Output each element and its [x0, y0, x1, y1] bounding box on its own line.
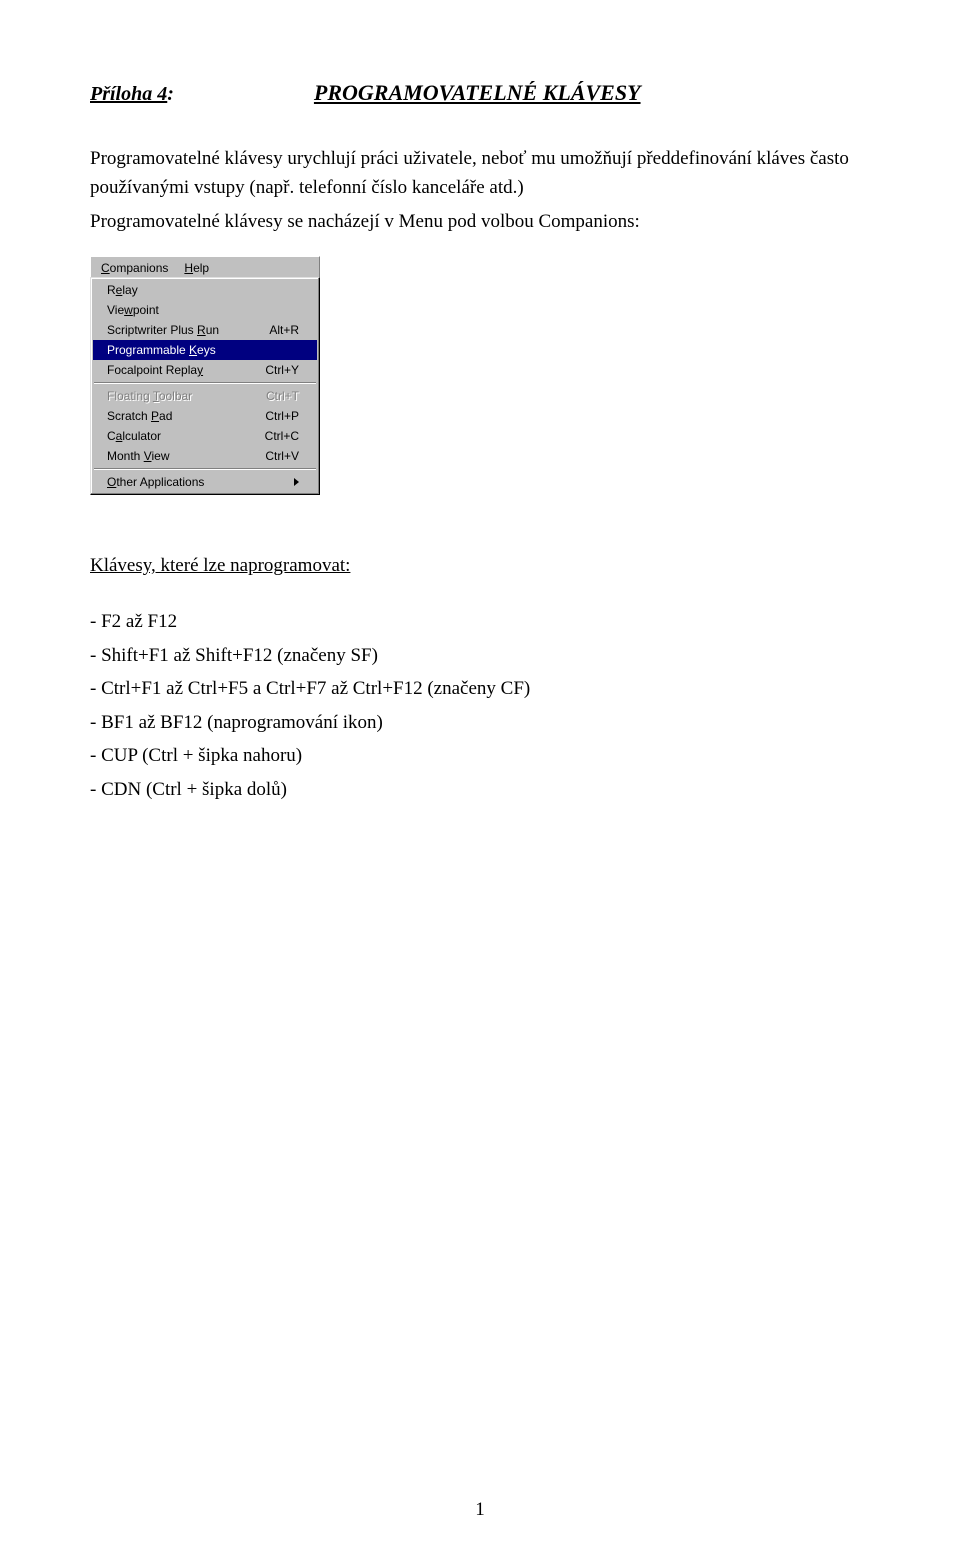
menubar-companions-rest: ompanions — [110, 261, 169, 275]
key-list-item: - CUP (Ctrl + šipka nahoru) — [90, 741, 870, 770]
menu-shortcut: Ctrl+T — [266, 389, 299, 403]
menubar-item-companions[interactable]: Companions — [93, 259, 176, 277]
key-list-item: - BF1 až BF12 (naprogramování ikon) — [90, 708, 870, 737]
header-row: Příloha 4: PROGRAMOVATELNÉ KLÁVESY — [90, 80, 870, 106]
document-page: Příloha 4: PROGRAMOVATELNÉ KLÁVESY Progr… — [0, 0, 960, 1557]
submenu-arrow-icon — [294, 478, 299, 486]
menubar: Companions Help — [90, 256, 320, 277]
menu-popup: Relay Viewpoint Scriptwriter Plus Run Al… — [90, 277, 320, 495]
key-list-item: - Ctrl+F1 až Ctrl+F5 a Ctrl+F7 až Ctrl+F… — [90, 674, 870, 703]
menu-item-calculator[interactable]: Calculator Ctrl+C — [93, 426, 317, 446]
key-list-item: - F2 až F12 — [90, 607, 870, 636]
menubar-item-help[interactable]: Help — [176, 259, 217, 277]
menu-shortcut: Ctrl+Y — [265, 363, 299, 377]
key-list-item: - Shift+F1 až Shift+F12 (značeny SF) — [90, 641, 870, 670]
menu-separator — [94, 382, 316, 384]
menu-item-relay[interactable]: Relay — [93, 280, 317, 300]
menu-item-month-view[interactable]: Month View Ctrl+V — [93, 446, 317, 466]
menu-item-scriptwriter-run[interactable]: Scriptwriter Plus Run Alt+R — [93, 320, 317, 340]
menu-shortcut: Alt+R — [269, 323, 299, 337]
menu-shortcut: Ctrl+V — [265, 449, 299, 463]
menu-shortcut: Ctrl+C — [265, 429, 299, 443]
menu-item-focalpoint-replay[interactable]: Focalpoint Replay Ctrl+Y — [93, 360, 317, 380]
intro-paragraph-1: Programovatelné klávesy urychlují práci … — [90, 144, 870, 203]
page-number: 1 — [0, 1499, 960, 1521]
key-list-item: - CDN (Ctrl + šipka dolů) — [90, 775, 870, 804]
menu-item-viewpoint[interactable]: Viewpoint — [93, 300, 317, 320]
companions-menu-screenshot: Companions Help Relay Viewpoint Scriptwr… — [90, 256, 320, 495]
menu-item-programmable-keys[interactable]: Programmable Keys — [93, 340, 317, 360]
page-title: PROGRAMOVATELNÉ KLÁVESY — [314, 80, 641, 106]
menu-separator — [94, 468, 316, 470]
menu-item-floating-toolbar: Floating Toolbar Ctrl+T — [93, 386, 317, 406]
menu-item-scratch-pad[interactable]: Scratch Pad Ctrl+P — [93, 406, 317, 426]
menu-item-other-applications[interactable]: Other Applications — [93, 472, 317, 492]
intro-paragraph-2: Programovatelné klávesy se nacházejí v M… — [90, 207, 870, 236]
menubar-help-accelerator: H — [184, 261, 193, 275]
menubar-help-rest: elp — [193, 261, 209, 275]
appendix-label-text: Příloha 4 — [90, 83, 167, 105]
menubar-companions-accelerator: C — [101, 261, 110, 275]
appendix-label: Příloha 4: — [90, 83, 174, 106]
menu-shortcut: Ctrl+P — [265, 409, 299, 423]
section-heading-programmable-keys: Klávesy, které lze naprogramovat: — [90, 555, 870, 577]
